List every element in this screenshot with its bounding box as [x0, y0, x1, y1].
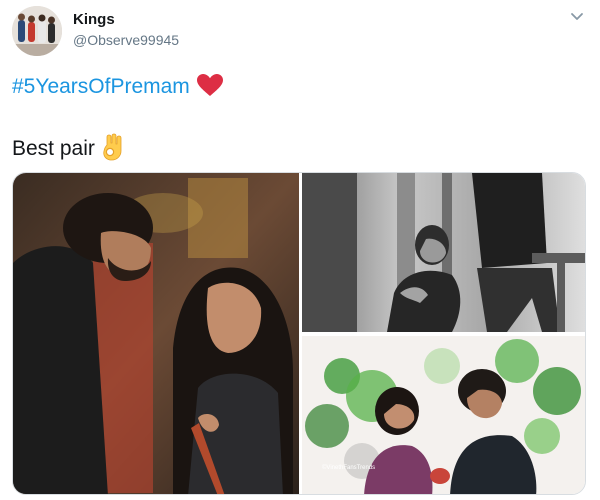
avatar-image [12, 6, 62, 56]
photo-watermark: ©VinethFansTrends [322, 464, 375, 471]
tweet-card[interactable]: Kings @Observe99945 #5YearsOfPremam Best… [0, 0, 600, 500]
tweet-body-text: Best pair [12, 137, 95, 160]
ok-hand-icon [103, 133, 122, 161]
photo-couple-color[interactable] [13, 173, 299, 495]
chevron-down-icon[interactable] [568, 8, 586, 26]
hashtag-link[interactable]: #5YearsOfPremam [12, 75, 190, 98]
avatar[interactable] [12, 6, 62, 56]
tweet-text-line-2: Best pair [12, 133, 125, 164]
red-heart-icon [196, 74, 223, 96]
photo-couple-watercolor[interactable]: ©VinethFansTrends [302, 336, 586, 495]
photo-couple-bw[interactable] [302, 173, 586, 332]
media-grid: ©VinethFansTrends [12, 172, 586, 495]
display-name[interactable]: Kings [73, 11, 115, 28]
tweet-text-line-1: #5YearsOfPremam [12, 72, 224, 102]
user-handle[interactable]: @Observe99945 [73, 32, 179, 48]
